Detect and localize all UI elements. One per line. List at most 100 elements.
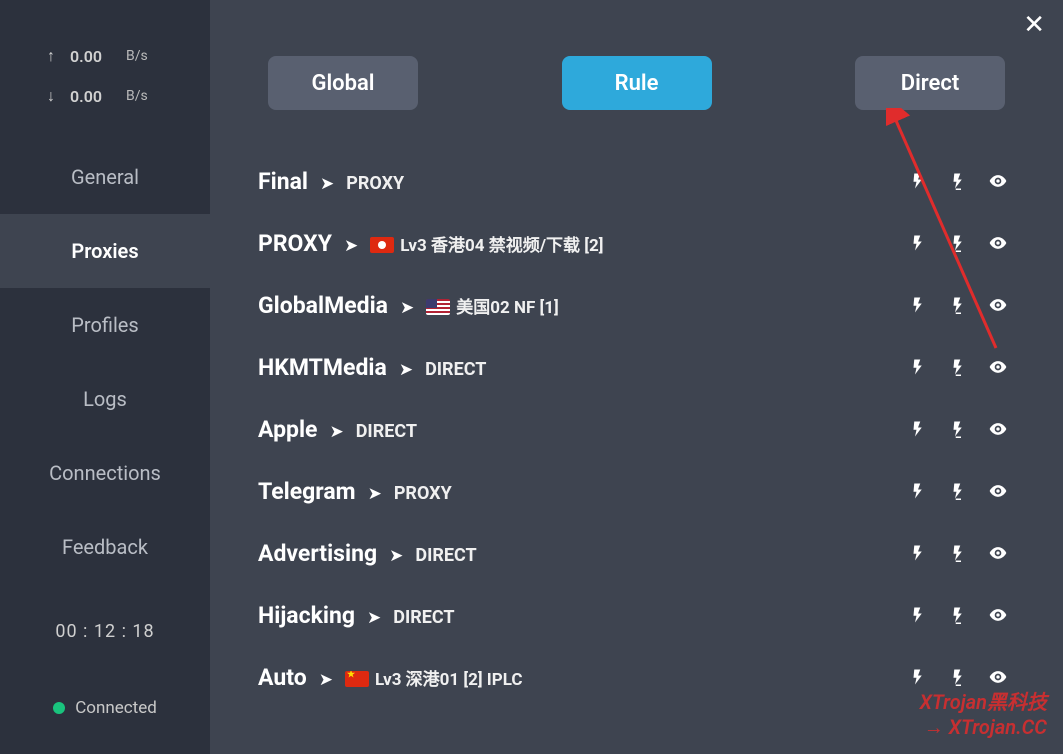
visibility-icon[interactable] [987, 170, 1009, 192]
download-speed-value: 0.00 [70, 87, 112, 106]
proxy-group-name: Telegram [258, 478, 356, 505]
proxy-target-text: DIRECT [415, 545, 476, 566]
proxy-group-target: DIRECT [393, 607, 454, 628]
upload-arrow-icon: ↑ [46, 46, 56, 66]
speed-test-all-icon[interactable] [947, 418, 969, 440]
close-button[interactable]: ✕ [1023, 10, 1045, 40]
proxy-target-text: DIRECT [393, 607, 454, 628]
proxy-target-text: DIRECT [356, 421, 417, 442]
speed-test-all-icon[interactable] [947, 294, 969, 316]
sidebar-item-label: Profiles [71, 313, 138, 337]
connection-status: Connected [0, 698, 210, 718]
mode-label: Rule [615, 71, 659, 96]
speed-test-icon[interactable] [907, 604, 929, 626]
visibility-icon[interactable] [987, 604, 1009, 626]
visibility-icon[interactable] [987, 294, 1009, 316]
proxy-group-title: PROXY➤Lv3 香港04 禁视频/下载 [2] [258, 230, 907, 257]
speed-test-icon[interactable] [907, 418, 929, 440]
proxy-group-list: Final➤PROXYPROXY➤Lv3 香港04 禁视频/下载 [2]Glob… [210, 110, 1063, 708]
sidebar-item-general[interactable]: General [0, 140, 210, 214]
main-panel: ✕ Global Rule Direct Final➤PROXYPROXY➤Lv… [210, 0, 1063, 754]
visibility-icon[interactable] [987, 356, 1009, 378]
status-dot-icon [53, 702, 65, 714]
visibility-icon[interactable] [987, 232, 1009, 254]
proxy-group-title: Final➤PROXY [258, 168, 907, 195]
proxy-target-text: PROXY [394, 483, 452, 504]
visibility-icon[interactable] [987, 666, 1009, 688]
sidebar-footer: 00 : 12 : 18 Connected [0, 591, 210, 754]
proxy-row-actions [907, 418, 1015, 440]
speed-test-all-icon[interactable] [947, 604, 969, 626]
chevron-right-icon: ➤ [400, 298, 414, 318]
sidebar-item-label: Logs [83, 387, 127, 411]
proxy-group-row[interactable]: PROXY➤Lv3 香港04 禁视频/下载 [2] [254, 212, 1019, 274]
proxy-group-row[interactable]: Final➤PROXY [254, 150, 1019, 212]
proxy-group-title: GlobalMedia➤美国02 NF [1] [258, 292, 907, 319]
speed-block: ↑ 0.00 B/s ↓ 0.00 B/s [0, 30, 210, 134]
sidebar-nav: General Proxies Profiles Logs Connection… [0, 140, 210, 584]
speed-download-row: ↓ 0.00 B/s [0, 76, 210, 116]
chevron-right-icon: ➤ [329, 422, 343, 442]
proxy-group-target: 美国02 NF [1] [426, 293, 558, 318]
mode-label: Global [311, 71, 374, 96]
visibility-icon[interactable] [987, 418, 1009, 440]
sidebar-item-feedback[interactable]: Feedback [0, 510, 210, 584]
sidebar-item-connections[interactable]: Connections [0, 436, 210, 510]
proxy-group-row[interactable]: Hijacking➤DIRECT [254, 584, 1019, 646]
mode-global-button[interactable]: Global [268, 56, 418, 110]
proxy-group-row[interactable]: Auto➤Lv3 深港01 [2] IPLC [254, 646, 1019, 708]
proxy-group-row[interactable]: Telegram➤PROXY [254, 460, 1019, 522]
visibility-icon[interactable] [987, 480, 1009, 502]
proxy-group-target: Lv3 香港04 禁视频/下载 [2] [370, 231, 603, 256]
proxy-group-row[interactable]: Advertising➤DIRECT [254, 522, 1019, 584]
download-arrow-icon: ↓ [46, 86, 56, 106]
close-icon: ✕ [1023, 10, 1045, 40]
visibility-icon[interactable] [987, 542, 1009, 564]
proxy-row-actions [907, 666, 1015, 688]
mode-rule-button[interactable]: Rule [562, 56, 712, 110]
speed-test-all-icon[interactable] [947, 666, 969, 688]
speed-test-icon[interactable] [907, 542, 929, 564]
app-window: ↑ 0.00 B/s ↓ 0.00 B/s General Proxies Pr… [0, 0, 1063, 754]
speed-test-icon[interactable] [907, 666, 929, 688]
mode-direct-button[interactable]: Direct [855, 56, 1005, 110]
speed-test-all-icon[interactable] [947, 232, 969, 254]
speed-test-icon[interactable] [907, 480, 929, 502]
sidebar-item-proxies[interactable]: Proxies [0, 214, 210, 288]
speed-test-icon[interactable] [907, 170, 929, 192]
speed-test-all-icon[interactable] [947, 356, 969, 378]
proxy-row-actions [907, 542, 1015, 564]
sidebar-item-logs[interactable]: Logs [0, 362, 210, 436]
proxy-group-row[interactable]: GlobalMedia➤美国02 NF [1] [254, 274, 1019, 336]
sidebar-item-profiles[interactable]: Profiles [0, 288, 210, 362]
speed-test-all-icon[interactable] [947, 480, 969, 502]
speed-test-icon[interactable] [907, 232, 929, 254]
proxy-group-name: Hijacking [258, 602, 355, 629]
proxy-group-row[interactable]: HKMTMedia➤DIRECT [254, 336, 1019, 398]
mode-label: Direct [901, 71, 959, 96]
status-text: Connected [75, 698, 157, 718]
speed-test-icon[interactable] [907, 356, 929, 378]
proxy-target-text: DIRECT [425, 359, 486, 380]
sidebar-item-label: Proxies [71, 239, 138, 263]
sidebar-item-label: Connections [49, 461, 161, 485]
watermark-line2: → XTrojan.CC [920, 715, 1047, 740]
proxy-row-actions [907, 294, 1015, 316]
proxy-group-name: Auto [258, 664, 307, 691]
proxy-group-name: Apple [258, 416, 317, 443]
speed-test-all-icon[interactable] [947, 542, 969, 564]
speed-test-all-icon[interactable] [947, 170, 969, 192]
chevron-right-icon: ➤ [399, 360, 413, 380]
proxy-group-target: PROXY [346, 173, 404, 194]
proxy-group-title: Advertising➤DIRECT [258, 540, 907, 567]
proxy-group-row[interactable]: Apple ➤ DIRECT [254, 398, 1019, 460]
proxy-group-title: HKMTMedia➤DIRECT [258, 354, 907, 381]
speed-test-icon[interactable] [907, 294, 929, 316]
proxy-group-target: PROXY [394, 483, 452, 504]
uptime-label: 00 : 12 : 18 [0, 621, 210, 642]
proxy-target-text: PROXY [346, 173, 404, 194]
proxy-group-target: Lv3 深港01 [2] IPLC [345, 665, 523, 690]
proxy-row-actions [907, 232, 1015, 254]
flag-us-icon [426, 299, 450, 315]
proxy-group-title: Telegram➤PROXY [258, 478, 907, 505]
